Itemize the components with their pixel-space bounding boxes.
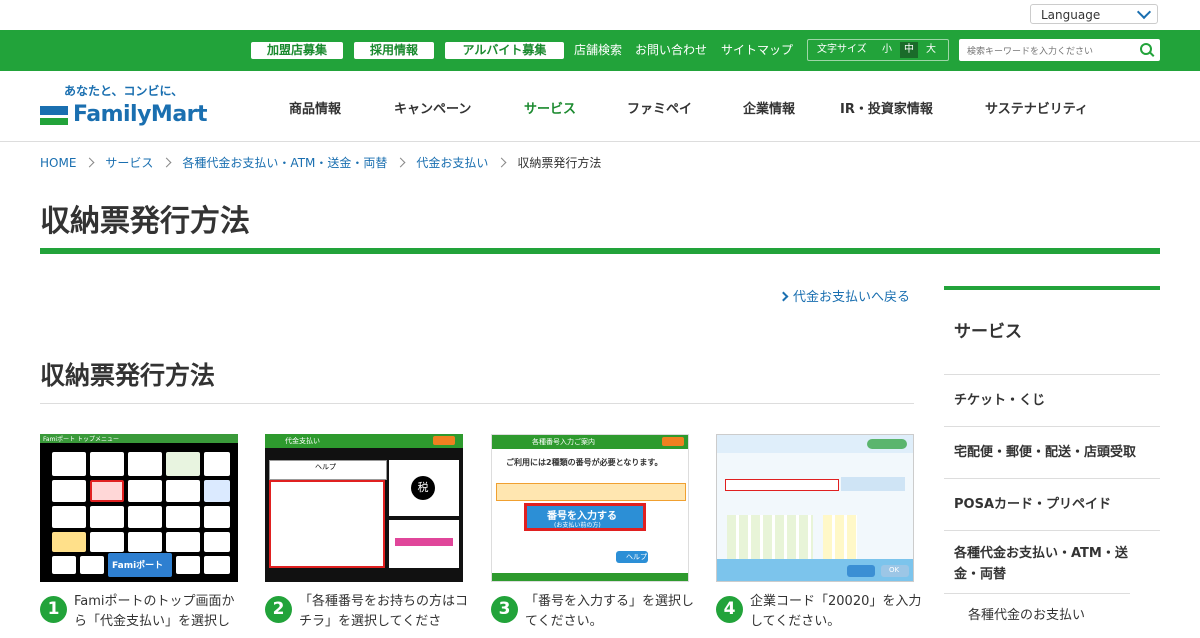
chevron-right-icon bbox=[395, 157, 406, 168]
logo-tagline: あなたと、コンビに、 bbox=[64, 84, 184, 98]
title-divider bbox=[40, 248, 1160, 254]
step-1: Famiポート トップメニュー Famiポート 1 Famiポートのトップ画面か… bbox=[40, 434, 238, 629]
breadcrumb-current: 収納票発行方法 bbox=[517, 156, 602, 170]
breadcrumb-home[interactable]: HOME bbox=[40, 156, 76, 170]
nav-sustainability[interactable]: サステナビリティ bbox=[985, 98, 1088, 117]
store-search-link[interactable]: 店舗検索 bbox=[574, 42, 622, 59]
s3-title: ご利用には2種類の番号が必要となります。 bbox=[506, 458, 663, 467]
chevron-down-icon bbox=[1136, 4, 1152, 20]
careers-button[interactable]: 採用情報 bbox=[354, 42, 434, 59]
s3-header: 各種番号入力ご案内 bbox=[532, 438, 595, 446]
step-2: 代金支払い ヘルプ 税 2 「各種番号をお持ちの方はコチラ」を選択してくださ bbox=[265, 434, 468, 629]
font-size-medium-button[interactable]: 中 bbox=[900, 42, 918, 58]
section-divider bbox=[40, 403, 914, 404]
step-3-text: 「番号を入力する」を選択してください。 bbox=[525, 594, 695, 629]
breadcrumb-services[interactable]: サービス bbox=[105, 156, 153, 170]
franchise-recruit-button[interactable]: 加盟店募集 bbox=[251, 42, 343, 59]
back-to-payment-link[interactable]: 代金お支払いへ戻る bbox=[778, 286, 911, 305]
utility-bar: 加盟店募集 採用情報 アルバイト募集 店舗検索 お問い合わせ サイトマップ 文字… bbox=[0, 30, 1200, 71]
font-size-label: 文字サイズ bbox=[817, 44, 867, 55]
search-input[interactable] bbox=[959, 41, 1139, 63]
s2-help: ヘルプ bbox=[315, 463, 336, 471]
sitemap-link[interactable]: サイトマップ bbox=[721, 42, 793, 59]
step-2-text: 「各種番号をお持ちの方はコチラ」を選択してくださ bbox=[299, 594, 469, 629]
language-select[interactable]: Language bbox=[1030, 4, 1158, 24]
site-header: あなたと、コンビに、 FamilyMart 商品情報 キャンペーン サービス フ… bbox=[0, 71, 1200, 142]
section-title: 収納票発行方法 bbox=[40, 361, 216, 390]
sidebar: サービス チケット・くじ 宅配便・郵便・配送・店頭受取 POSAカード・プリペイ… bbox=[944, 286, 1160, 624]
step-4-screenshot: OK bbox=[716, 434, 914, 582]
chevron-right-icon bbox=[778, 291, 789, 302]
s2-header: 代金支払い bbox=[285, 437, 320, 445]
language-bar: Language bbox=[0, 0, 1200, 30]
logo-name: FamilyMart bbox=[73, 102, 208, 127]
sidebar-item-delivery[interactable]: 宅配便・郵便・配送・店頭受取 bbox=[944, 427, 1160, 479]
font-size-large-button[interactable]: 大 bbox=[922, 42, 940, 58]
breadcrumb: HOME サービス 各種代金お支払い・ATM・送金・両替 代金お支払い 収納票発行方法 bbox=[40, 154, 601, 171]
s3-button-sub: (お支払い前の方) bbox=[554, 522, 601, 529]
part-time-recruit-button[interactable]: アルバイト募集 bbox=[445, 42, 564, 59]
nav-campaign[interactable]: キャンペーン bbox=[394, 98, 471, 117]
nav-ir[interactable]: IR・投資家情報 bbox=[840, 98, 933, 117]
breadcrumb-payment[interactable]: 代金お支払い bbox=[416, 156, 488, 170]
contact-link[interactable]: お問い合わせ bbox=[635, 42, 707, 59]
nav-corporate[interactable]: 企業情報 bbox=[743, 98, 795, 117]
step-2-screenshot: 代金支払い ヘルプ 税 bbox=[265, 434, 463, 582]
step-3: 各種番号入力ご案内 ご利用には2種類の番号が必要となります。 番号を入力する (… bbox=[491, 434, 694, 629]
font-size-control: 文字サイズ 小 中 大 bbox=[807, 39, 949, 61]
breadcrumb-payments-atm[interactable]: 各種代金お支払い・ATM・送金・両替 bbox=[182, 156, 387, 170]
s1-header: Famiポート トップメニュー bbox=[43, 436, 119, 443]
step-1-text: Famiポートのトップ画面から「代金支払い」を選択し bbox=[74, 594, 235, 629]
chevron-right-icon bbox=[84, 157, 95, 168]
back-link-label: 代金お支払いへ戻る bbox=[793, 290, 911, 305]
search-icon[interactable] bbox=[1140, 43, 1152, 55]
nav-products[interactable]: 商品情報 bbox=[289, 98, 341, 117]
nav-famipay[interactable]: ファミペイ bbox=[627, 98, 692, 117]
nav-services[interactable]: サービス bbox=[524, 98, 576, 117]
step-1-number: 1 bbox=[40, 596, 67, 623]
step-3-screenshot: 各種番号入力ご案内 ご利用には2種類の番号が必要となります。 番号を入力する (… bbox=[491, 434, 689, 582]
sidebar-item-posa[interactable]: POSAカード・プリペイド bbox=[944, 479, 1160, 531]
chevron-right-icon bbox=[496, 157, 507, 168]
sidebar-heading[interactable]: サービス bbox=[944, 290, 1160, 375]
step-2-number: 2 bbox=[265, 596, 292, 623]
step-3-number: 3 bbox=[491, 596, 518, 623]
step-4-text: 企業コード「20020」を入力してください。 bbox=[750, 594, 922, 629]
s1-brand: Famiポート bbox=[112, 561, 164, 571]
s2-tax: 税 bbox=[411, 476, 435, 500]
s3-help: ヘルプ bbox=[626, 553, 647, 561]
sidebar-subitem-payments[interactable]: 各種代金のお支払い bbox=[944, 594, 1160, 624]
sidebar-item-payments-atm[interactable]: 各種代金お支払い・ATM・送金・両替 bbox=[944, 531, 1130, 594]
page-title: 収納票発行方法 bbox=[40, 204, 250, 239]
step-1-screenshot: Famiポート トップメニュー Famiポート bbox=[40, 434, 238, 582]
sidebar-item-tickets[interactable]: チケット・くじ bbox=[944, 375, 1160, 427]
s4-ok: OK bbox=[889, 566, 900, 574]
step-4-number: 4 bbox=[716, 596, 743, 623]
step-4: OK 4 企業コード「20020」を入力してください。 bbox=[716, 434, 921, 629]
site-search bbox=[959, 39, 1160, 63]
language-label: Language bbox=[1041, 8, 1101, 22]
chevron-right-icon bbox=[161, 157, 172, 168]
logo-mark-icon bbox=[40, 106, 68, 125]
font-size-small-button[interactable]: 小 bbox=[878, 42, 896, 58]
